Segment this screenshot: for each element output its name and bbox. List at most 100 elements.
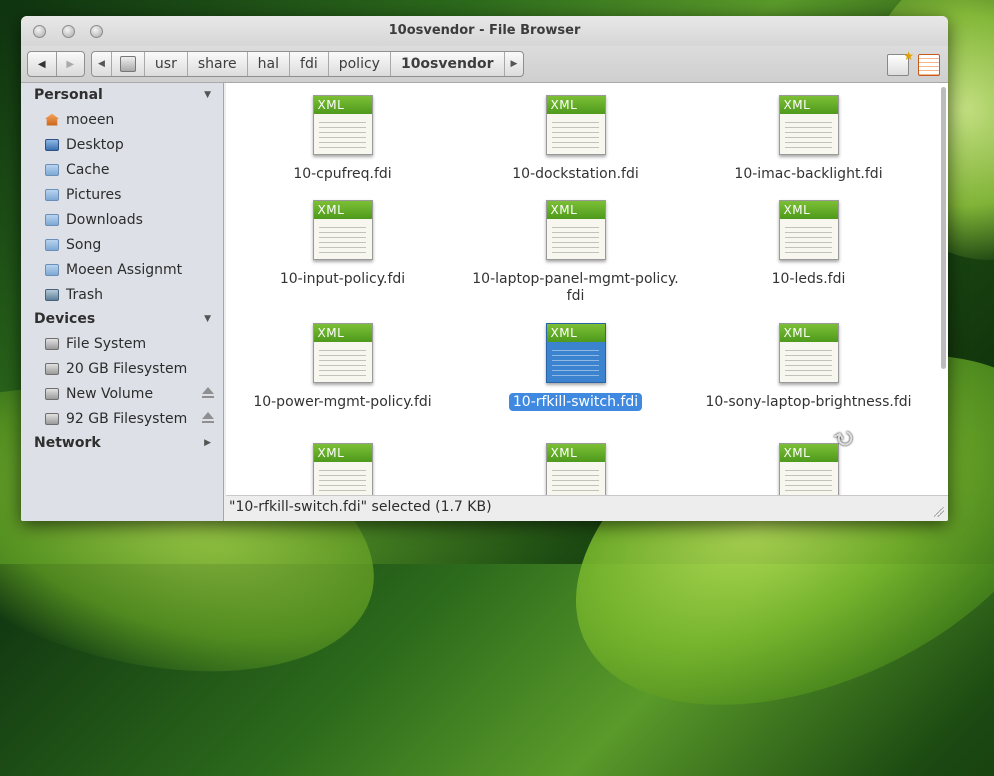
file-item[interactable]: XML 10-laptop-panel-mgmt-policy. fdi [459, 200, 692, 305]
sidebar-section-personal[interactable]: Personal ▼ [21, 83, 223, 107]
file-item[interactable]: XML 10-input-policy.fdi [226, 200, 459, 288]
breadcrumb-current[interactable]: 10osvendor [391, 52, 505, 76]
xml-preview-lines [784, 466, 832, 496]
breadcrumb-share[interactable]: share [188, 52, 248, 76]
chevron-down-icon: ▼ [204, 90, 211, 100]
star-icon: ★ [903, 49, 914, 63]
xml-preview-lines [551, 466, 599, 496]
file-name-label: 10-rfkill-switch.fdi [508, 393, 643, 411]
sidebar-item-file-system[interactable]: File System [21, 331, 223, 356]
sidebar-item-label: Cache [66, 161, 110, 178]
xml-preview-lines [318, 118, 366, 150]
file-name-label: 10-cpufreq.fdi [293, 166, 392, 182]
sidebar-item-20gb-filesystem[interactable]: 20 GB Filesystem [21, 356, 223, 381]
file-name-label: 10-laptop-panel-mgmt-policy. fdi [472, 271, 679, 304]
breadcrumb-policy[interactable]: policy [329, 52, 391, 76]
drive-icon [119, 56, 136, 72]
title-bar[interactable]: 10osvendor - File Browser [21, 16, 948, 46]
drive-icon [45, 337, 59, 350]
xml-badge: XML [313, 201, 372, 219]
sidebar-item-cache[interactable]: Cache [21, 157, 223, 182]
sidebar-item-label: 92 GB Filesystem [66, 410, 188, 427]
xml-preview-lines [551, 346, 599, 378]
xml-badge: XML [313, 444, 372, 462]
sidebar-item-desktop[interactable]: Desktop [21, 132, 223, 157]
sidebar-item-trash[interactable]: Trash [21, 282, 223, 307]
xml-file-icon: XML [545, 95, 606, 155]
breadcrumb-scroll-right[interactable]: ▶ [505, 52, 524, 76]
breadcrumb-fdi[interactable]: fdi [290, 52, 329, 76]
file-name-label: 10-leds.fdi [771, 271, 846, 287]
xml-file-icon: XML [312, 200, 373, 260]
bookmark-button[interactable]: ★ [887, 49, 914, 76]
forward-button[interactable]: ▶ [57, 52, 85, 76]
drive-icon [45, 387, 59, 400]
file-item[interactable]: XML 10-leds.fdi [692, 200, 925, 288]
sidebar-item-moeen[interactable]: moeen [21, 107, 223, 132]
file-item[interactable]: XML [226, 443, 459, 496]
file-item[interactable]: XML 10-rfkill-switch.fdi [459, 323, 692, 411]
file-item[interactable]: XML 10-sony-laptop-brightness.fdi [692, 323, 925, 411]
breadcrumb-hal[interactable]: hal [248, 52, 291, 76]
file-item[interactable]: XML 10-imac-backlight.fdi [692, 95, 925, 183]
sidebar-item-label: File System [66, 335, 147, 352]
drive-icon [45, 362, 59, 375]
resize-grip[interactable] [934, 507, 944, 517]
xml-file-icon: XML [312, 443, 373, 496]
sidebar-item-pictures[interactable]: Pictures [21, 182, 223, 207]
view-mode-icon[interactable] [918, 54, 940, 76]
file-item[interactable]: XML 10-power-mgmt-policy.fdi [226, 323, 459, 411]
sidebar-item-downloads[interactable]: Downloads [21, 207, 223, 232]
xml-badge: XML [779, 324, 838, 342]
eject-icon[interactable] [201, 387, 215, 399]
sidebar-item-label: Desktop [66, 136, 124, 153]
eject-icon[interactable] [201, 412, 215, 424]
file-name-label: 10-power-mgmt-policy.fdi [253, 394, 432, 410]
xml-preview-lines [784, 223, 832, 255]
folder-icon [45, 188, 59, 201]
folder-icon [45, 238, 59, 251]
sidebar-item-moeen-assignmt[interactable]: Moeen Assignmt [21, 257, 223, 282]
sidebar-section-network[interactable]: Network ▶ [21, 431, 223, 455]
chevron-left-icon: ◀ [98, 59, 105, 69]
file-browser-window: 10osvendor - File Browser ◀ ▶ ◀ usr shar… [21, 16, 948, 521]
file-name: 10-rfkill-switch.fdi [459, 393, 692, 411]
status-bar: "10-rfkill-switch.fdi" selected (1.7 KB) [226, 495, 948, 521]
file-item[interactable]: XML 10-dockstation.fdi [459, 95, 692, 183]
toolbar: ◀ ▶ ◀ usr share hal fdi policy 10osvendo… [21, 46, 948, 83]
sidebar-item-label: moeen [66, 111, 115, 128]
vertical-scrollbar[interactable] [941, 87, 946, 369]
history-nav: ◀ ▶ [27, 51, 85, 77]
xml-file-icon: XML [312, 95, 373, 155]
file-name-label: 10-sony-laptop-brightness.fdi [705, 394, 912, 410]
trash-icon [45, 288, 59, 301]
folder-icon [45, 213, 59, 226]
breadcrumb-scroll-left[interactable]: ◀ [92, 52, 112, 76]
sidebar-item-label: New Volume [66, 385, 154, 402]
desktop-icon [45, 138, 59, 151]
sidebar-item-song[interactable]: Song [21, 232, 223, 257]
drive-icon [45, 412, 59, 425]
file-name: 10-imac-backlight.fdi [692, 166, 925, 183]
xml-file-icon: XML [778, 95, 839, 155]
sidebar-item-label: Moeen Assignmt [66, 261, 183, 278]
home-icon [45, 113, 59, 126]
file-item[interactable]: XML [459, 443, 692, 496]
xml-preview-lines [318, 223, 366, 255]
sidebar-item-new-volume[interactable]: New Volume [21, 381, 223, 406]
xml-badge: XML [546, 444, 605, 462]
window-title: 10osvendor - File Browser [388, 23, 581, 38]
back-button[interactable]: ◀ [28, 52, 57, 76]
file-name: 10-input-policy.fdi [226, 271, 459, 288]
xml-badge: XML [779, 444, 838, 462]
file-name: 10-dockstation.fdi [459, 166, 692, 183]
file-item[interactable]: XML [692, 443, 925, 496]
xml-file-icon: XML [545, 323, 606, 383]
xml-preview-lines [318, 466, 366, 496]
sidebar-item-92gb-filesystem[interactable]: 92 GB Filesystem [21, 406, 223, 431]
breadcrumb-root[interactable] [112, 52, 145, 76]
sidebar-section-devices[interactable]: Devices ▼ [21, 307, 223, 331]
breadcrumb-usr[interactable]: usr [145, 52, 188, 76]
xml-badge: XML [313, 96, 372, 114]
file-item[interactable]: XML 10-cpufreq.fdi [226, 95, 459, 183]
